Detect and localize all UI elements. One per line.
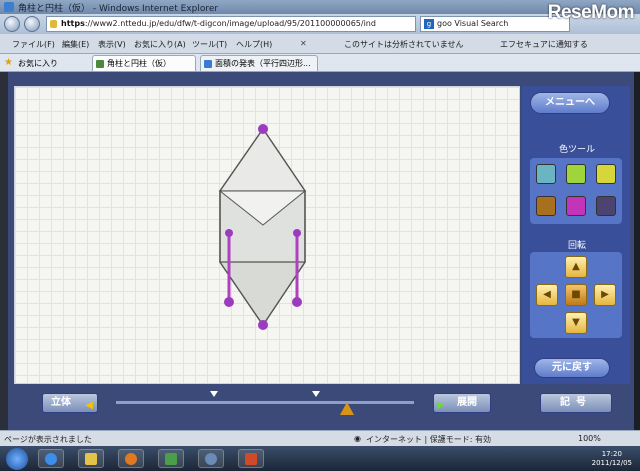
taskbar: 17:20 2011/12/05	[0, 446, 640, 471]
rotate-pad: ▲ ◀ ■ ▶ ▼	[530, 252, 622, 338]
address-row: https://www2.nttedu.jp/edu/dfw/t-digcon/…	[0, 14, 640, 34]
bottom-face	[218, 261, 307, 327]
menu-tools[interactable]: ツール(T)	[192, 39, 227, 50]
solid-label: 立体	[51, 397, 71, 408]
solid-button[interactable]: 立体 ◀	[42, 393, 98, 413]
color-tool-label: 色ツール	[558, 145, 595, 155]
status-bar: ページが表示されました ◉ インターネット | 保護モード: 有効 100%	[0, 430, 640, 446]
favorites-star-icon: ★	[4, 57, 13, 68]
url-scheme: https	[61, 19, 85, 28]
color-swatch[interactable]	[566, 164, 586, 184]
page-icon	[96, 60, 104, 68]
globe-icon: ◉	[354, 434, 361, 443]
tab-label: 角柱と円柱（仮）	[107, 59, 171, 68]
resemom-logo: ReseMom	[547, 2, 635, 23]
slider-marker	[210, 391, 218, 397]
arrow-left-icon: ◀	[85, 400, 93, 411]
color-swatch[interactable]	[536, 196, 556, 216]
cube-center-icon[interactable]: ■	[565, 284, 587, 306]
start-button[interactable]	[6, 448, 28, 470]
color-swatch[interactable]	[536, 164, 556, 184]
vertex-dot[interactable]	[292, 297, 302, 307]
window-title-bar: 角柱と円柱（仮） - Windows Internet Explorer	[0, 0, 640, 14]
notify-link[interactable]: エフセキュアに通知する	[500, 39, 588, 50]
menu-bar: ファイル(F) 編集(E) 表示(V) お気に入り(A) ツール(T) ヘルプ(…	[0, 34, 640, 54]
zone-text: インターネット | 保護モード: 有効	[366, 435, 492, 444]
clock-date: 2011/12/05	[591, 459, 632, 467]
zoom-level[interactable]: 100%	[578, 434, 601, 443]
taskbar-media[interactable]	[118, 449, 144, 468]
memo-button[interactable]: 記号	[540, 393, 612, 413]
vertex-dot[interactable]	[293, 229, 301, 237]
security-message[interactable]: このサイトは分析されていません	[344, 39, 464, 50]
goo-icon: g	[424, 19, 434, 29]
lock-icon	[50, 20, 57, 28]
vertex-dot[interactable]	[224, 297, 234, 307]
left-edge	[0, 72, 8, 430]
unfold-button[interactable]: ▶ 展開	[433, 393, 491, 413]
taskbar-powerpoint[interactable]	[238, 449, 264, 468]
page-icon	[204, 60, 212, 68]
color-swatch[interactable]	[566, 196, 586, 216]
rotate-label: 回転	[567, 241, 586, 251]
rotate-left-button[interactable]: ◀	[536, 284, 558, 306]
tab-other[interactable]: 面積の発表（平行四辺形...	[200, 55, 318, 71]
reset-button[interactable]: 元に戻す	[534, 358, 610, 378]
search-value: goo Visual Search	[437, 19, 509, 28]
top-face	[218, 127, 307, 192]
menu-file[interactable]: ファイル(F)	[12, 39, 55, 50]
rotate-up-button[interactable]: ▲	[565, 256, 587, 278]
menu-button[interactable]: メニューへ	[530, 92, 610, 114]
drawing-stage[interactable]	[14, 86, 520, 384]
window-title: 角柱と円柱（仮） - Windows Internet Explorer	[18, 4, 219, 14]
clock[interactable]: 17:20 2011/12/05	[592, 450, 632, 468]
color-swatch[interactable]	[596, 196, 616, 216]
rotate-right-button[interactable]: ▶	[594, 284, 616, 306]
tab-label: 面積の発表（平行四辺形...	[215, 59, 311, 68]
slider-thumb[interactable]	[340, 402, 354, 415]
unfold-label: 展開	[457, 397, 477, 408]
prism-figure[interactable]	[15, 87, 521, 385]
vertex-dot[interactable]	[258, 320, 268, 330]
url-text: ://www2.nttedu.jp/edu/dfw/t-digcon/image…	[84, 19, 376, 28]
taskbar-ie[interactable]	[38, 449, 64, 468]
menu-favorites[interactable]: お気に入り(A)	[134, 39, 186, 50]
rotate-down-button[interactable]: ▼	[565, 312, 587, 334]
close-bar-icon[interactable]: ✕	[300, 39, 307, 48]
slider-marker	[312, 391, 320, 397]
taskbar-app[interactable]	[158, 449, 184, 468]
arrow-right-icon: ▶	[437, 400, 445, 411]
color-palette	[530, 158, 622, 224]
clock-time: 17:20	[601, 450, 622, 458]
taskbar-explorer[interactable]	[78, 449, 104, 468]
side-panel	[522, 86, 630, 384]
forward-button[interactable]	[24, 16, 40, 32]
menu-edit[interactable]: 編集(E)	[62, 39, 89, 50]
unfold-slider-track[interactable]	[116, 401, 414, 404]
color-swatch[interactable]	[596, 164, 616, 184]
tab-current[interactable]: 角柱と円柱（仮）	[92, 55, 196, 71]
back-button[interactable]	[4, 16, 20, 32]
status-text: ページが表示されました	[4, 435, 92, 444]
taskbar-globe[interactable]	[198, 449, 224, 468]
vertex-dot[interactable]	[258, 124, 268, 134]
favorites-button[interactable]: お気に入り	[18, 58, 58, 69]
vertex-dot[interactable]	[225, 229, 233, 237]
address-bar[interactable]: https://www2.nttedu.jp/edu/dfw/t-digcon/…	[46, 16, 416, 32]
ie-icon	[4, 2, 14, 12]
menu-help[interactable]: ヘルプ(H)	[236, 39, 272, 50]
favorites-bar: ★ お気に入り 角柱と円柱（仮） 面積の発表（平行四辺形...	[0, 54, 640, 72]
menu-view[interactable]: 表示(V)	[98, 39, 126, 50]
